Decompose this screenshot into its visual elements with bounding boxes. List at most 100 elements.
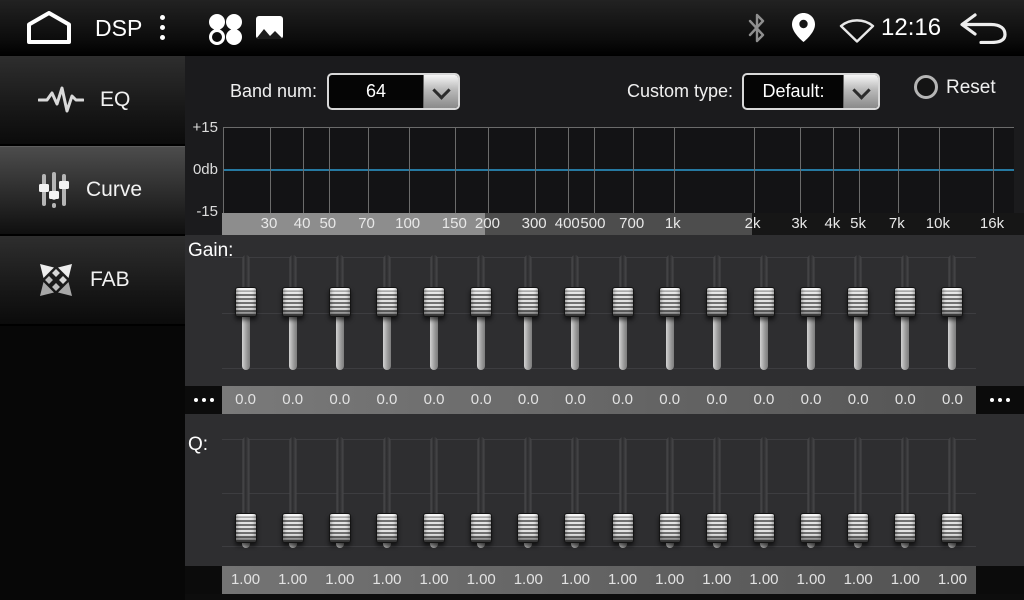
slider-thumb[interactable] (470, 513, 492, 543)
gain-slider-3[interactable] (375, 255, 399, 370)
slider-thumb[interactable] (235, 513, 257, 543)
gain-slider-1[interactable] (281, 255, 305, 370)
gain-scroll-right-button[interactable] (976, 386, 1024, 414)
gain-slider-11[interactable] (752, 255, 776, 370)
curve-sliders-icon (38, 172, 70, 208)
gain-value-3: 0.0 (363, 386, 410, 414)
back-icon[interactable] (958, 13, 1008, 44)
q-slider-11[interactable] (752, 437, 776, 548)
gain-slider-5[interactable] (469, 255, 493, 370)
q-slider-3[interactable] (375, 437, 399, 548)
gridline-5k (859, 128, 860, 213)
slider-thumb[interactable] (564, 513, 586, 543)
gain-slider-12[interactable] (799, 255, 823, 370)
slider-thumb[interactable] (282, 513, 304, 543)
q-slider-9[interactable] (658, 437, 682, 548)
slider-thumb[interactable] (376, 513, 398, 543)
q-slider-0[interactable] (234, 437, 258, 548)
slider-thumb[interactable] (659, 513, 681, 543)
q-value-13: 1.00 (835, 566, 882, 594)
q-value-6: 1.00 (505, 566, 552, 594)
slider-thumb[interactable] (894, 513, 916, 543)
freq-label-1k: 1k (665, 213, 681, 235)
gain-slider-cell (505, 255, 552, 370)
gain-slider-0[interactable] (234, 255, 258, 370)
sidebar-item-curve[interactable]: Curve (0, 146, 185, 236)
q-slider-2[interactable] (328, 437, 352, 548)
slider-thumb[interactable] (612, 513, 634, 543)
q-value-15: 1.00 (929, 566, 976, 594)
slider-thumb[interactable] (847, 513, 869, 543)
slider-thumb[interactable] (706, 287, 728, 317)
home-icon[interactable] (24, 11, 74, 45)
q-slider-1[interactable] (281, 437, 305, 548)
slider-thumb[interactable] (517, 287, 539, 317)
gain-slider-2[interactable] (328, 255, 352, 370)
gain-slider-8[interactable] (611, 255, 635, 370)
q-slider-10[interactable] (705, 437, 729, 548)
apps-clover-icon[interactable] (206, 13, 244, 45)
q-slider-15[interactable] (940, 437, 964, 548)
custom-type-dropdown[interactable]: Default: (742, 73, 880, 110)
slider-thumb[interactable] (376, 287, 398, 317)
q-slider-6[interactable] (516, 437, 540, 548)
slider-thumb[interactable] (517, 513, 539, 543)
gain-slider-6[interactable] (516, 255, 540, 370)
slider-thumb[interactable] (894, 287, 916, 317)
slider-thumb[interactable] (423, 287, 445, 317)
slider-thumb[interactable] (612, 287, 634, 317)
slider-thumb[interactable] (329, 513, 351, 543)
slider-thumb[interactable] (423, 513, 445, 543)
slider-thumb[interactable] (659, 287, 681, 317)
slider-thumb[interactable] (753, 513, 775, 543)
band-num-dropdown[interactable]: 64 (327, 73, 460, 110)
gain-slider-15[interactable] (940, 255, 964, 370)
slider-thumb[interactable] (564, 287, 586, 317)
slider-thumb[interactable] (235, 287, 257, 317)
slider-thumb[interactable] (847, 287, 869, 317)
gain-slider-9[interactable] (658, 255, 682, 370)
gain-slider-10[interactable] (705, 255, 729, 370)
gain-slider-4[interactable] (422, 255, 446, 370)
freq-label-7k: 7k (889, 213, 905, 235)
gridline-400 (568, 128, 569, 213)
slider-thumb[interactable] (941, 287, 963, 317)
dsp-app: DSP 12:16 (0, 0, 1024, 600)
sidebar-item-eq[interactable]: EQ (0, 56, 185, 146)
q-slider-cell (599, 437, 646, 548)
q-value-10: 1.00 (693, 566, 740, 594)
slider-thumb[interactable] (329, 287, 351, 317)
slider-thumb[interactable] (706, 513, 728, 543)
gallery-icon[interactable] (256, 16, 283, 39)
gain-slider-14[interactable] (893, 255, 917, 370)
gain-scroll-left-button[interactable] (185, 386, 222, 414)
gridline-300 (535, 128, 536, 213)
q-slider-4[interactable] (422, 437, 446, 548)
reset-radio[interactable] (914, 75, 938, 99)
q-slider-7[interactable] (563, 437, 587, 548)
gain-slider-7[interactable] (563, 255, 587, 370)
q-label: Q: (188, 434, 208, 456)
yaxis-label-minus15: -15 (185, 203, 218, 220)
slider-thumb[interactable] (470, 287, 492, 317)
q-slider-5[interactable] (469, 437, 493, 548)
slider-thumb[interactable] (941, 513, 963, 543)
q-slider-13[interactable] (846, 437, 870, 548)
sidebar-item-fab[interactable]: FAB (0, 236, 185, 326)
gain-value-7: 0.0 (552, 386, 599, 414)
q-slider-8[interactable] (611, 437, 635, 548)
chevron-down-icon[interactable] (423, 75, 458, 108)
slider-thumb[interactable] (800, 287, 822, 317)
slider-thumb[interactable] (800, 513, 822, 543)
q-slider-12[interactable] (799, 437, 823, 548)
slider-thumb[interactable] (753, 287, 775, 317)
slider-thumb[interactable] (282, 287, 304, 317)
q-slider-cell (835, 437, 882, 548)
chevron-down-icon[interactable] (843, 75, 878, 108)
gain-slider-13[interactable] (846, 255, 870, 370)
q-slider-cell (646, 437, 693, 548)
menu-dots-icon[interactable] (160, 15, 165, 40)
q-value-1: 1.00 (269, 566, 316, 594)
gain-values-strip: 0.00.00.00.00.00.00.00.00.00.00.00.00.00… (222, 386, 976, 414)
q-slider-14[interactable] (893, 437, 917, 548)
